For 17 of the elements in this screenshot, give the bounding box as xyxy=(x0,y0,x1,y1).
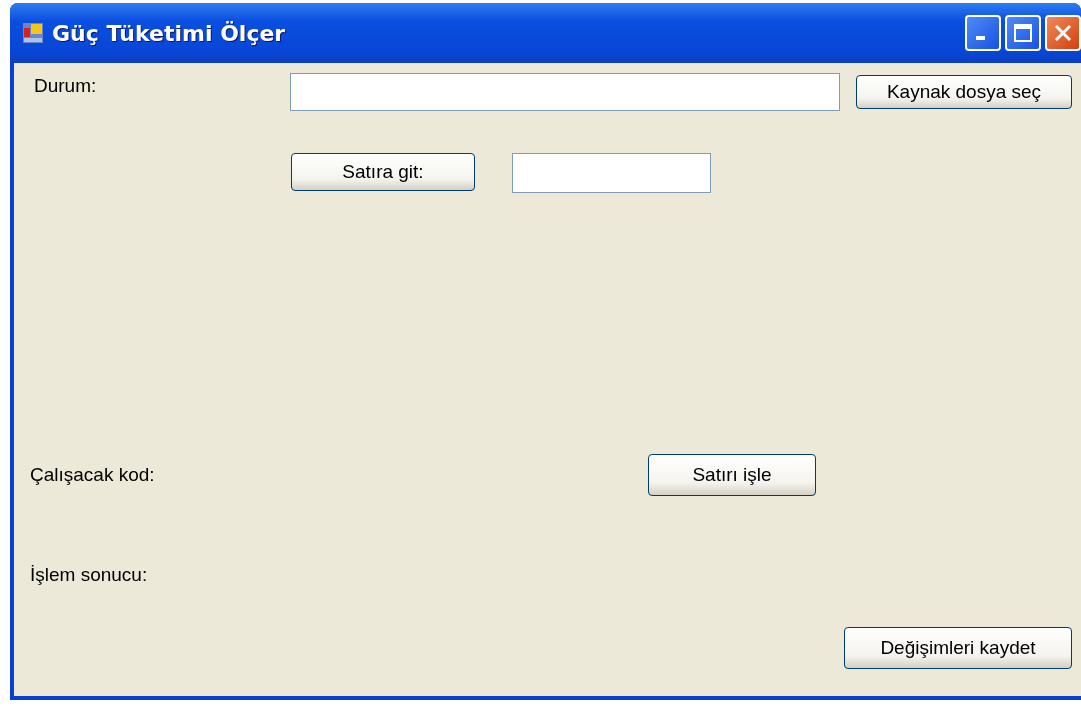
go-to-line-button[interactable]: Satıra git: xyxy=(291,153,475,191)
maximize-button[interactable] xyxy=(1005,15,1041,51)
minimize-icon xyxy=(975,36,985,40)
minimize-button[interactable] xyxy=(965,15,1001,51)
choose-source-button[interactable]: Kaynak dosya seç xyxy=(856,75,1072,109)
window-title: Güç Tüketimi Ölçer xyxy=(52,20,287,46)
process-line-button[interactable]: Satırı işle xyxy=(648,454,816,496)
status-field[interactable] xyxy=(290,73,840,111)
save-changes-button[interactable]: Değişimleri kaydet xyxy=(844,627,1072,669)
line-number-field[interactable] xyxy=(512,153,711,193)
close-button[interactable] xyxy=(1045,15,1081,51)
result-label: İşlem sonucu: xyxy=(30,564,148,586)
code-label: Çalışacak kod: xyxy=(30,464,156,486)
app-icon xyxy=(22,22,44,44)
maximize-icon xyxy=(1013,23,1033,43)
status-label: Durum: xyxy=(34,75,98,97)
close-icon xyxy=(1053,23,1073,43)
